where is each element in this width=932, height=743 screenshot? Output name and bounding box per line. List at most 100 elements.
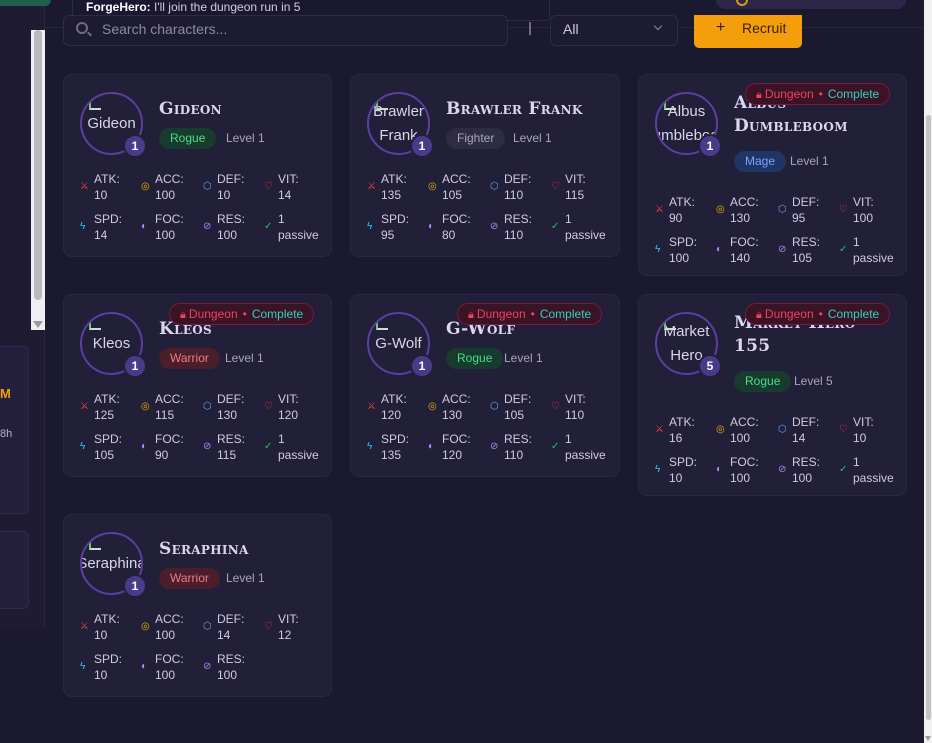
vit-icon: ♡ — [264, 181, 273, 192]
avatar-alt-text: Seraphina — [80, 554, 143, 572]
acc-icon: ◎ — [141, 401, 150, 412]
character-card[interactable]: Kleos 1 Kleos Warrior Level 1 ⚔ ATK: 125 ◎ ACC: 11… — [63, 294, 332, 477]
character-card[interactable]: Seraphina 1 Seraphina Warrior Level 1 ⚔ ATK: 10… — [63, 514, 332, 697]
avatar-alt-text: Kleos — [92, 334, 131, 352]
spd-icon: ϟ — [80, 661, 86, 672]
level-text: Level 1 — [226, 131, 265, 145]
page-scrollbar[interactable] — [924, 0, 932, 743]
stat-label: ATK: — [381, 392, 407, 406]
scroll-down-arrow-icon[interactable] — [33, 321, 43, 328]
stat-value: 105 — [504, 408, 525, 422]
search-input[interactable]: Search characters... — [63, 15, 508, 46]
stat-res: RES: 100 — [217, 211, 245, 243]
stat-label: SPD: — [381, 432, 410, 446]
stat-label: DEF: — [217, 172, 245, 186]
scrollbar-thumb[interactable] — [34, 30, 42, 300]
stat-foc: FOC: 90 — [155, 431, 184, 463]
stat-atk: ATK: 135 — [381, 171, 407, 203]
stat-value: 110 — [565, 408, 585, 422]
stat-label: VIT: — [278, 392, 299, 406]
character-card[interactable]: Gideon 1 Gideon Rogue Level 1 ⚔ ATK: 10 ◎ ACC: 100… — [63, 74, 332, 257]
stat-acc: ACC: 100 — [155, 171, 184, 203]
atk-icon: ⚔ — [655, 424, 664, 435]
stat-label: FOC: — [155, 432, 184, 446]
chat-author: ForgeHero: — [86, 0, 151, 14]
stat-spd: SPD: 10 — [669, 454, 697, 486]
stat-value: 100 — [730, 471, 751, 485]
stat-def: DEF: 110 — [504, 171, 531, 203]
stat-label: FOC: — [155, 652, 184, 666]
class-tag: Fighter — [446, 128, 506, 149]
stat-atk: ATK: 125 — [94, 391, 120, 423]
class-tag: Warrior — [159, 568, 220, 589]
stat-acc: ACC: 100 — [155, 611, 184, 643]
stat-value: 14 — [278, 188, 292, 202]
level-badge: 5 — [698, 354, 722, 378]
complete-text: Complete — [539, 307, 592, 321]
res-icon: ⊘ — [203, 221, 212, 232]
character-card[interactable]: Market Hero5Market Hero 155RogueLevel 5⚔… — [638, 294, 907, 496]
stat-label: RES: — [504, 212, 533, 226]
stat-vit: VIT: 120 — [278, 391, 299, 423]
coin-icon — [736, 0, 748, 6]
stat-value: 12 — [278, 628, 292, 642]
broken-image-icon — [89, 99, 101, 110]
stat-vit: VIT: 14 — [278, 171, 299, 203]
foc-icon: ◐ — [141, 661, 148, 672]
scrollbar-thumb[interactable] — [926, 115, 931, 720]
stat-value: 115 — [565, 188, 585, 202]
stat-value: 100 — [155, 628, 176, 642]
level-badge: 1 — [698, 134, 722, 158]
character-card[interactable]: G-Wolf 1 G-Wolf Rogue Level 1 ⚔ ATK: 120 ◎ ACC: 13… — [350, 294, 620, 477]
stat-label: FOC: — [442, 432, 471, 446]
foc-icon: ◐ — [428, 221, 435, 232]
stat-value: 100 — [155, 668, 176, 682]
stat-foc: FOC: 140 — [730, 234, 759, 266]
passive-count: 1 passive — [278, 212, 319, 242]
class-filter-select[interactable]: All — [550, 15, 678, 46]
filter-icon — [529, 22, 537, 35]
stat-label: DEF: — [217, 612, 245, 626]
stat-res: RES: 115 — [217, 431, 245, 463]
stat-label: ACC: — [730, 415, 759, 429]
left-panel-card[interactable] — [0, 531, 29, 609]
stat-value: 10 — [217, 188, 231, 202]
dungeon-complete-badge: 🔒︎ Dungeon • Complete — [169, 303, 315, 325]
stat-foc: FOC: 120 — [442, 431, 471, 463]
stat-value: 130 — [442, 408, 463, 422]
stat-label: DEF: — [792, 195, 820, 209]
level-text: Level 1 — [226, 571, 265, 585]
avatar-alt-text: G-Wolf — [375, 334, 422, 352]
character-name: Gideon — [159, 99, 222, 119]
stat-vit: VIT: 110 — [565, 391, 586, 423]
scroll-down-arrow-icon[interactable] — [925, 736, 931, 741]
stat-label: SPD: — [381, 212, 410, 226]
class-tag: Rogue — [446, 348, 504, 369]
stat-label: VIT: — [278, 172, 299, 186]
stat-label: ACC: — [155, 172, 184, 186]
stat-value: 10 — [94, 668, 108, 682]
left-panel-scrollbar[interactable] — [31, 30, 45, 330]
stat-label: ATK: — [669, 415, 695, 429]
stat-label: SPD: — [669, 235, 698, 249]
stat-value: 90 — [669, 211, 683, 225]
foc-icon: ◐ — [141, 221, 148, 232]
stat-value: 130 — [730, 211, 751, 225]
stat-value: 105 — [94, 448, 115, 462]
plus-icon: + — [716, 19, 726, 36]
stat-acc: ACC: 115 — [155, 391, 184, 423]
stat-value: 115 — [155, 408, 175, 422]
stat-spd: SPD: 95 — [381, 211, 409, 243]
dungeon-label: 🔒︎ — [180, 309, 189, 321]
stat-label: SPD: — [94, 652, 123, 666]
dungeon-complete-badge: 🔒︎ Dungeon • Complete — [745, 83, 891, 105]
character-card[interactable]: Albus Dumbleboom1Albus DumbleboomMageLev… — [638, 74, 907, 276]
search-icon — [76, 22, 88, 34]
res-icon: ⊘ — [490, 221, 499, 232]
stat-value: 80 — [442, 228, 456, 242]
stat-value: 110 — [504, 228, 524, 242]
passive-check-icon: ✓ — [551, 221, 560, 232]
def-icon: ⬡ — [490, 401, 499, 412]
character-card[interactable]: Brawler Frank 1 Brawler Frank Fighter Level … — [350, 74, 620, 257]
recruit-button[interactable]: + Recruit — [694, 15, 802, 48]
